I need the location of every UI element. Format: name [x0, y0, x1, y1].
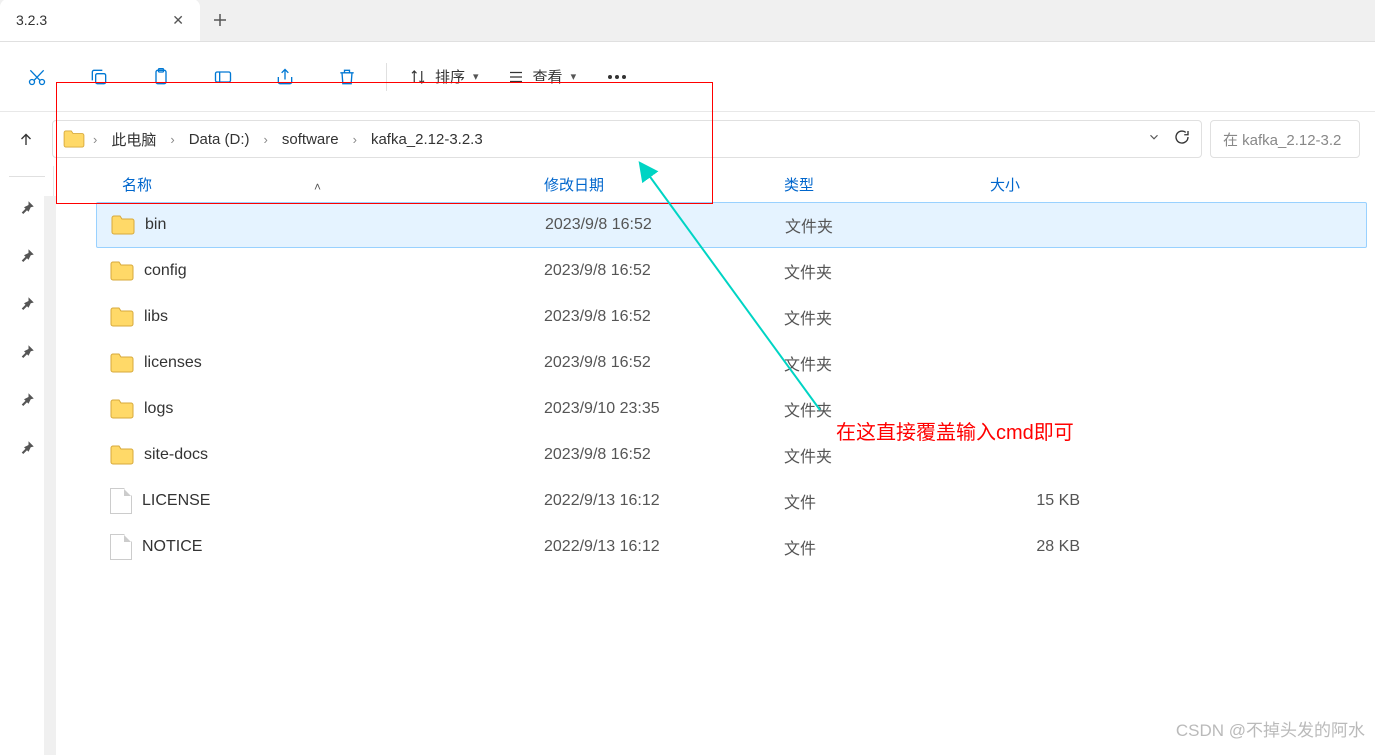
sort-button[interactable]: 排序 ▾	[397, 55, 491, 99]
scroll-gutter	[44, 196, 56, 755]
folder-icon	[110, 445, 134, 465]
breadcrumb-item[interactable]: kafka_2.12-3.2.3	[365, 128, 489, 151]
file-type: 文件	[784, 489, 990, 513]
column-name[interactable]: 名称˄	[104, 174, 544, 195]
file-name: config	[144, 262, 187, 280]
search-input[interactable]: 在 kafka_2.12-3.2	[1210, 120, 1360, 158]
separator	[9, 176, 45, 177]
file-type: 文件夹	[784, 305, 990, 329]
file-row[interactable]: LICENSE 2022/9/13 16:12文件15 KB	[96, 478, 1367, 524]
address-row: › 此电脑 › Data (D:) › software › kafka_2.1…	[0, 112, 1375, 166]
view-label: 查看	[533, 66, 563, 87]
file-row[interactable]: logs 2023/9/10 23:35文件夹	[96, 386, 1367, 432]
chevron-right-icon: ›	[89, 132, 101, 147]
file-row[interactable]: libs 2023/9/8 16:52文件夹	[96, 294, 1367, 340]
history-dropdown[interactable]	[1147, 130, 1161, 148]
column-headers: 名称˄ 修改日期 类型 大小	[96, 166, 1367, 202]
chevron-down-icon: ▾	[473, 70, 479, 83]
folder-icon	[110, 261, 134, 281]
copy-button[interactable]	[70, 55, 128, 99]
file-row[interactable]: site-docs 2023/9/8 16:52文件夹	[96, 432, 1367, 478]
chevron-right-icon: ›	[349, 132, 361, 147]
file-type: 文件夹	[785, 213, 991, 237]
file-date: 2023/9/8 16:52	[545, 216, 785, 234]
file-date: 2023/9/8 16:52	[544, 446, 784, 464]
file-type: 文件	[784, 535, 990, 559]
rename-button[interactable]	[194, 55, 252, 99]
file-row[interactable]: licenses 2023/9/8 16:52文件夹	[96, 340, 1367, 386]
folder-icon	[110, 353, 134, 373]
file-name: libs	[144, 308, 168, 326]
sort-label: 排序	[435, 66, 465, 87]
file-date: 2023/9/10 23:35	[544, 400, 784, 418]
tab-bar: 3.2.3 ✕	[0, 0, 1375, 42]
close-icon[interactable]: ✕	[168, 12, 188, 29]
file-date: 2023/9/8 16:52	[544, 308, 784, 326]
main-area: 名称˄ 修改日期 类型 大小 bin2023/9/8 16:52文件夹confi…	[0, 166, 1375, 755]
share-button[interactable]	[256, 55, 314, 99]
file-name: LICENSE	[142, 492, 210, 510]
file-date: 2022/9/13 16:12	[544, 492, 784, 510]
folder-icon	[63, 130, 85, 148]
file-name: logs	[144, 400, 173, 418]
new-tab-button[interactable]	[200, 0, 240, 41]
paste-button[interactable]	[132, 55, 190, 99]
delete-button[interactable]	[318, 55, 376, 99]
toolbar: 排序 ▾ 查看 ▾	[0, 42, 1375, 112]
column-date[interactable]: 修改日期	[544, 174, 784, 195]
file-row[interactable]: NOTICE 2022/9/13 16:12文件28 KB	[96, 524, 1367, 570]
file-type: 文件夹	[784, 259, 990, 283]
file-date: 2023/9/8 16:52	[544, 354, 784, 372]
breadcrumb-item[interactable]: Data (D:)	[183, 128, 256, 151]
file-name: bin	[145, 216, 166, 234]
chevron-right-icon: ›	[166, 132, 178, 147]
watermark: CSDN @不掉头发的阿水	[1176, 716, 1365, 741]
folder-icon	[111, 215, 135, 235]
tab[interactable]: 3.2.3 ✕	[0, 0, 200, 41]
view-button[interactable]: 查看 ▾	[495, 55, 589, 99]
file-icon	[110, 488, 132, 514]
file-list: 名称˄ 修改日期 类型 大小 bin2023/9/8 16:52文件夹confi…	[88, 166, 1375, 755]
search-placeholder: 在 kafka_2.12-3.2	[1223, 129, 1341, 150]
file-type: 文件夹	[784, 351, 990, 375]
cut-button[interactable]	[8, 55, 66, 99]
sort-indicator-icon: ˄	[314, 180, 321, 194]
chevron-down-icon: ▾	[571, 70, 577, 83]
refresh-button[interactable]	[1173, 128, 1191, 150]
folder-icon	[110, 399, 134, 419]
file-size: 28 KB	[990, 538, 1104, 556]
more-button[interactable]	[592, 75, 642, 79]
file-name: licenses	[144, 354, 202, 372]
tab-title: 3.2.3	[16, 12, 47, 28]
file-icon	[110, 534, 132, 560]
file-date: 2022/9/13 16:12	[544, 538, 784, 556]
file-type: 文件夹	[784, 443, 990, 467]
file-type: 文件夹	[784, 397, 990, 421]
folder-icon	[110, 307, 134, 327]
file-date: 2023/9/8 16:52	[544, 262, 784, 280]
breadcrumb-item[interactable]: 此电脑	[105, 126, 162, 153]
file-row[interactable]: config 2023/9/8 16:52文件夹	[96, 248, 1367, 294]
column-type[interactable]: 类型	[784, 174, 990, 195]
separator	[386, 63, 387, 91]
file-row[interactable]: bin 2023/9/8 16:52文件夹	[96, 202, 1367, 248]
address-bar[interactable]: › 此电脑 › Data (D:) › software › kafka_2.1…	[52, 120, 1202, 158]
file-name: site-docs	[144, 446, 208, 464]
breadcrumb-item[interactable]: software	[276, 128, 345, 151]
file-size: 15 KB	[990, 492, 1104, 510]
up-button[interactable]	[8, 121, 44, 157]
chevron-right-icon: ›	[260, 132, 272, 147]
column-size[interactable]: 大小	[990, 174, 1359, 195]
file-name: NOTICE	[142, 538, 202, 556]
